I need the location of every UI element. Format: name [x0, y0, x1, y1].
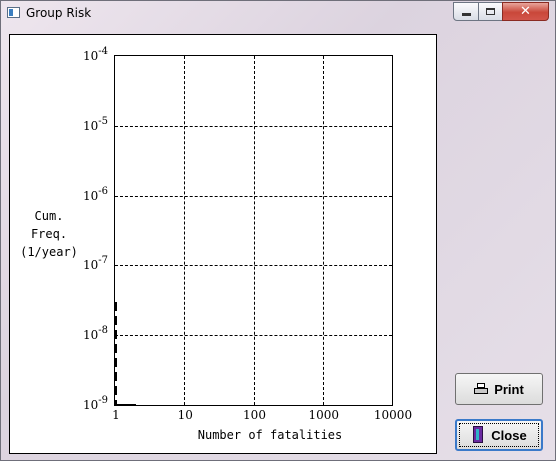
series-line-segment — [115, 404, 136, 406]
x-gridline — [184, 56, 186, 405]
x-tick-label: 100 — [243, 408, 266, 422]
door-exit-icon — [471, 426, 485, 444]
y-gridline — [115, 125, 392, 127]
title-bar[interactable]: Group Risk ✕ — [1, 1, 555, 27]
series-line-segment — [115, 385, 117, 395]
series-line-segment — [115, 357, 117, 367]
series-line-segment — [115, 329, 117, 339]
maximize-icon — [486, 8, 495, 15]
window-title: Group Risk — [26, 6, 92, 20]
series-line-segment — [115, 343, 117, 353]
y-axis-label: Cum. Freq. (1/year) — [14, 207, 84, 261]
plot-panel: Cum. Freq. (1/year) 10-4 10-5 10-6 10-7 10-8… — [9, 34, 437, 454]
close-button[interactable]: Close — [455, 419, 543, 451]
printer-icon — [474, 383, 489, 395]
y-gridline — [115, 335, 392, 337]
print-button[interactable]: Print — [455, 373, 543, 405]
y-tick-label: 10-5 — [82, 115, 108, 133]
y-gridline — [115, 265, 392, 267]
x-gridline — [322, 56, 324, 405]
x-tick-label: 1000 — [308, 408, 340, 422]
x-axis-label: Number of fatalities — [197, 428, 343, 442]
y-tick-label: 10-6 — [82, 185, 108, 203]
y-tick-label: 10-7 — [82, 255, 108, 273]
x-tick-label: 10000 — [373, 408, 413, 422]
series-line-segment — [115, 371, 117, 381]
y-axis-label-line1: Cum. Freq. — [30, 209, 68, 241]
maximize-button[interactable] — [478, 2, 503, 21]
app-icon — [7, 7, 20, 18]
y-tick-label: 10-8 — [82, 325, 108, 343]
plot-axes — [114, 55, 393, 406]
x-tick-label: 1 — [112, 408, 120, 422]
close-window-button[interactable]: ✕ — [502, 2, 549, 21]
minimize-icon — [461, 13, 471, 16]
series-line-segment — [115, 301, 117, 311]
y-gridline — [115, 195, 392, 197]
group-risk-window: Group Risk ✕ Cum. Freq. (1/year) 10-4 10-… — [0, 0, 556, 461]
print-button-label: Print — [494, 381, 524, 397]
close-button-label: Close — [491, 427, 527, 443]
minimize-button[interactable] — [453, 2, 479, 21]
y-tick-label: 10-4 — [82, 46, 108, 63]
x-gridline — [253, 56, 255, 405]
close-icon: ✕ — [520, 4, 531, 19]
x-tick-label: 10 — [177, 408, 193, 422]
series-line-segment — [115, 315, 117, 325]
